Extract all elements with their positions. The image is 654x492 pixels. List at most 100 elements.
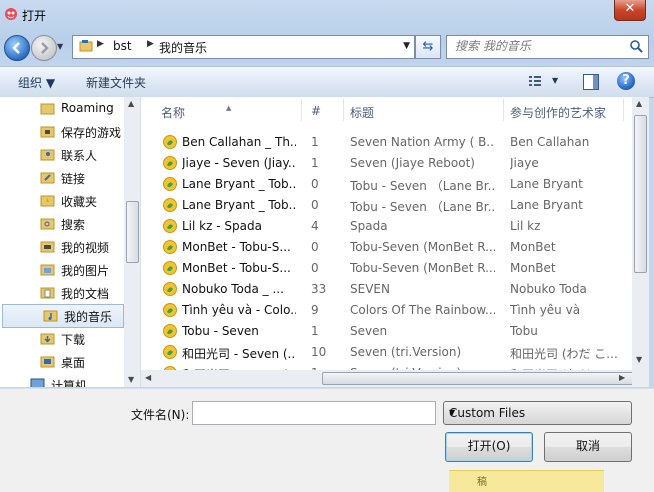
file-list-vertical-scrollbar[interactable]: ▲ ▼ [632, 97, 649, 370]
search-box[interactable] [446, 35, 649, 59]
close-icon: ✕ [624, 1, 636, 16]
address-bar[interactable]: ▶ bst ▶ 我的音乐 ▼ [72, 35, 415, 59]
documents-icon [40, 287, 55, 299]
music-file-icon [163, 198, 177, 212]
nav-label: 保存的游戏 [61, 126, 122, 140]
forward-button[interactable] [31, 35, 57, 61]
back-button[interactable] [4, 35, 30, 61]
nav-item-contacts[interactable]: 联系人 [0, 144, 124, 166]
nav-label: 联系人 [61, 149, 98, 163]
preview-pane-icon[interactable] [583, 74, 599, 90]
nav-item-roaming[interactable]: Roaming [0, 98, 124, 120]
help-icon[interactable]: ? [617, 72, 635, 90]
filename-input[interactable] [193, 402, 435, 422]
nav-label: Roaming [61, 101, 114, 115]
search-input[interactable] [447, 36, 625, 56]
nav-item-music[interactable]: 我的音乐 [2, 304, 124, 328]
open-button[interactable]: 打开(O) [445, 432, 533, 462]
scroll-up-icon[interactable]: ▲ [128, 99, 134, 108]
scroll-down-icon[interactable]: ▼ [128, 375, 134, 384]
music-file-icon [163, 177, 177, 191]
list-scroll-thumb[interactable] [634, 115, 647, 273]
new-folder-button[interactable]: 新建文件夹 [86, 74, 146, 91]
column-header-title[interactable]: 标题 [350, 104, 374, 121]
table-row[interactable]: MonBet - Tobu-S... 0 Tobu-Seven (MonBet R.… [141, 237, 632, 258]
column-header-artist[interactable]: 参与创作的艺术家 [510, 104, 606, 121]
breadcrumb-music[interactable]: 我的音乐 [159, 39, 207, 56]
music-file-icon [163, 303, 177, 317]
track-artist: Lane Bryant [510, 198, 583, 212]
nav-item-favorites[interactable]: 收藏夹 [0, 190, 124, 212]
breadcrumb-bst[interactable]: bst [113, 39, 132, 53]
track-title: Colors Of The Rainbow... [350, 303, 495, 317]
filename-label: 文件名(N): [131, 408, 190, 422]
table-row[interactable]: 和田光司 - Seven (...1Seven (tri.Version)和田光… [141, 363, 632, 370]
file-name: Nobuko Toda _ ... [182, 282, 284, 296]
filename-field[interactable] [192, 401, 436, 425]
table-row[interactable]: 和田光司 - Seven (... 10 Seven (tri.Version) 和田… [141, 342, 632, 363]
cancel-button[interactable]: 取消 [544, 432, 632, 462]
background-text: 稿 [477, 477, 487, 488]
scroll-down-icon[interactable]: ▼ [636, 355, 642, 364]
file-name: 和田光司 - Seven (... [182, 347, 296, 361]
nav-item-videos[interactable]: 我的视频 [0, 236, 124, 258]
table-row[interactable]: Tobu - Seven 1 Seven Tobu [141, 321, 632, 342]
organize-button[interactable]: 组织 ▼ [18, 74, 55, 91]
nav-item-pictures[interactable]: 我的图片 [0, 259, 124, 281]
column-divider[interactable] [301, 99, 302, 121]
table-row[interactable]: Lane Bryant _ Tob... 0 Tobu - Seven （Lane … [141, 174, 632, 195]
scroll-up-icon[interactable]: ▲ [636, 99, 642, 108]
scroll-right-icon[interactable]: ▶ [619, 373, 625, 382]
file-name: Lane Bryant _ Tob... [182, 177, 296, 191]
chevron-down-icon[interactable]: ▼ [449, 408, 625, 417]
table-row[interactable]: Ben Callahan _ Th... 1 Seven Nation Army (… [141, 132, 632, 153]
nav-item-downloads[interactable]: 下载 [0, 328, 124, 350]
music-file-icon [163, 282, 177, 296]
file-list-horizontal-scrollbar[interactable]: ◀ ▶ [141, 370, 634, 387]
track-artist: Lil kz [510, 219, 541, 233]
searches-icon [40, 218, 55, 230]
history-dropdown-icon[interactable]: ▼ [57, 42, 67, 52]
track-title: Seven (Jiaye Reboot) [350, 156, 475, 170]
chevron-right-icon[interactable]: ▶ [147, 39, 154, 49]
window-title: 打开 [22, 9, 47, 23]
table-row[interactable]: Tình yêu và - Colo... 9 Colors Of The Rain… [141, 300, 632, 321]
column-header-name[interactable]: 名称 [161, 104, 185, 121]
file-name: Jiaye - Seven (Jiay... [182, 156, 296, 170]
refresh-button[interactable]: ⇆ [415, 35, 441, 59]
table-row[interactable]: MonBet - Tobu-S... 0 Tobu-Seven (MonBet R.… [141, 258, 632, 279]
nav-label: 链接 [61, 172, 86, 186]
column-divider[interactable] [623, 99, 624, 121]
views-dropdown-icon[interactable]: ▼ [552, 76, 558, 85]
file-name: Lane Bryant _ Tob... [182, 198, 296, 212]
nav-item-computer[interactable]: 计算机 [0, 374, 124, 387]
column-divider[interactable] [343, 99, 344, 121]
table-row[interactable]: Lil kz - Spada 4 Spada Lil kz [141, 216, 632, 237]
nav-scroll-thumb[interactable] [126, 201, 139, 263]
track-number: 0 [311, 177, 319, 191]
chevron-down-icon[interactable]: ▼ [403, 41, 410, 51]
track-artist: MonBet [510, 261, 556, 275]
nav-item-links[interactable]: 链接 [0, 167, 124, 189]
close-button[interactable]: ✕ [614, 0, 646, 21]
track-number: 9 [311, 303, 319, 317]
chevron-right-icon[interactable]: ▶ [97, 39, 104, 49]
column-header-number[interactable]: # [311, 104, 321, 118]
table-row[interactable]: Nobuko Toda _ ... 33 SEVEN Nobuko Toda [141, 279, 632, 300]
nav-item-desktop[interactable]: 桌面 [0, 351, 124, 373]
table-row[interactable]: Jiaye - Seven (Jiay... 1 Seven (Jiaye Rebo… [141, 153, 632, 174]
videos-icon [40, 241, 55, 253]
file-type-select[interactable]: Custom Files ▼ [443, 401, 632, 425]
table-row[interactable]: Lane Bryant _ Tob... 0 Tobu - Seven （Lane … [141, 195, 632, 216]
column-divider[interactable] [503, 99, 504, 121]
nav-item-saved-games[interactable]: 保存的游戏 [0, 121, 124, 143]
music-file-icon [163, 345, 177, 359]
horizontal-scroll-thumb[interactable] [322, 372, 634, 385]
nav-label: 我的文档 [61, 287, 110, 301]
scroll-left-icon[interactable]: ◀ [145, 373, 151, 382]
nav-item-documents[interactable]: 我的文档 [0, 282, 124, 304]
nav-item-searches[interactable]: 搜索 [0, 213, 124, 235]
search-icon[interactable] [629, 39, 643, 53]
nav-scrollbar[interactable]: ▲ ▼ [124, 97, 140, 387]
views-icon[interactable] [528, 74, 542, 88]
